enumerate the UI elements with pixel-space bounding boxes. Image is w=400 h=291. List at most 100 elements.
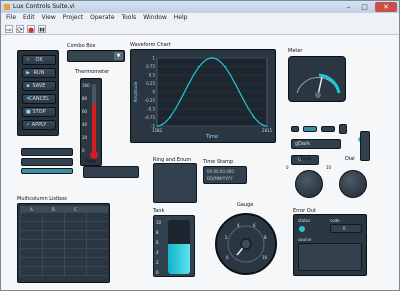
dial[interactable] bbox=[339, 170, 367, 198]
thermo-tick: 20 bbox=[82, 135, 88, 140]
data-point bbox=[266, 125, 268, 127]
thermo-tick: 100 bbox=[82, 83, 90, 88]
code-field[interactable]: 0 bbox=[330, 224, 362, 233]
run-button[interactable]: ▶ RUN bbox=[22, 68, 56, 78]
menu-tools[interactable]: Tools bbox=[121, 13, 136, 23]
data-point bbox=[170, 116, 172, 119]
x-tick-label: 1582 bbox=[152, 128, 163, 133]
menu-project[interactable]: Project bbox=[63, 13, 84, 23]
pause-icon[interactable]: ▮▮ bbox=[38, 25, 46, 33]
toolbar: ⇨ ⟳ ● ▮▮ bbox=[1, 23, 399, 35]
menu-help[interactable]: Help bbox=[174, 13, 188, 23]
app-icon bbox=[4, 4, 10, 10]
gauge-tick: 8 bbox=[264, 235, 267, 240]
apply-label: APPLY bbox=[31, 122, 47, 128]
thermo-tick: 80 bbox=[82, 96, 88, 101]
front-panel: ✓ OK ▶ RUN ▪ SAVE ✕ CANCEL ■ STOP ✓ APPLY Comb… bbox=[3, 36, 397, 290]
data-point bbox=[238, 91, 241, 93]
y-tick-label: -0.25 bbox=[145, 98, 156, 103]
minimize-button[interactable]: – bbox=[341, 2, 356, 12]
knob-label: Knob bbox=[299, 156, 312, 162]
meter-dial bbox=[296, 73, 341, 98]
y-tick-label: -0.75 bbox=[145, 115, 156, 120]
data-point bbox=[183, 91, 186, 93]
abort-icon[interactable]: ● bbox=[27, 25, 35, 34]
run-label: RUN bbox=[33, 70, 45, 76]
tank-tick: 10 bbox=[156, 220, 162, 225]
menu-edit[interactable]: Edit bbox=[23, 13, 35, 23]
toggle-switch[interactable] bbox=[291, 126, 299, 132]
close-button[interactable]: ✕ bbox=[375, 2, 397, 12]
save-icon: ▪ bbox=[26, 83, 30, 89]
ok-label: OK bbox=[35, 57, 43, 63]
x-axis-label: Time bbox=[205, 134, 218, 140]
toggle-switch[interactable] bbox=[321, 126, 335, 132]
save-button[interactable]: ▪ SAVE bbox=[22, 81, 56, 91]
cancel-label: CANCEL bbox=[28, 96, 50, 102]
chevron-down-icon[interactable]: ▼ bbox=[114, 52, 123, 60]
vertical-slider[interactable] bbox=[360, 131, 370, 161]
path-label: Path bbox=[85, 159, 96, 165]
horizontal-slider[interactable] bbox=[21, 158, 73, 166]
thermo-fill bbox=[92, 103, 96, 152]
multicolumn-listbox[interactable]: A B C bbox=[17, 203, 110, 283]
waveform-chart: 1 0.75 0.5 0.25 0 -0.25 -0.5 -0.75 -1 1582 2815 Tim… bbox=[130, 49, 276, 143]
gauge-tick: 2 bbox=[225, 235, 228, 240]
path-control[interactable] bbox=[83, 166, 139, 178]
toggle-switch[interactable] bbox=[339, 124, 347, 134]
menu-operate[interactable]: Operate bbox=[90, 13, 114, 23]
error-out-cluster: status code 0 source bbox=[293, 214, 367, 276]
cancel-icon: ✕ bbox=[26, 96, 31, 102]
apply-button[interactable]: ✓ APPLY bbox=[22, 120, 56, 130]
string-control[interactable]: gDark bbox=[291, 139, 341, 149]
combo-box[interactable]: ▼ bbox=[67, 50, 125, 62]
save-label: SAVE bbox=[32, 83, 46, 89]
menu-file[interactable]: File bbox=[6, 13, 16, 23]
listbox-label: Multicolumn Listbox bbox=[17, 196, 67, 202]
title-bar[interactable]: Lux Controls Suite.vi – □ ✕ bbox=[1, 1, 399, 13]
time-stamp-label: Time Stamp bbox=[203, 159, 234, 165]
tank-tick: 8 bbox=[156, 230, 159, 235]
stop-icon: ■ bbox=[26, 109, 31, 115]
ring-enum-control[interactable] bbox=[153, 163, 197, 203]
gauge-tick: 4 bbox=[237, 223, 240, 228]
maximize-button[interactable]: □ bbox=[357, 2, 372, 12]
combo-box-label: Combo Box bbox=[67, 43, 96, 49]
y-axis-label: Amplitude bbox=[133, 81, 138, 102]
listbox-grid bbox=[20, 212, 108, 277]
thermo-tick: 60 bbox=[82, 109, 88, 114]
y-tick-label: 1 bbox=[152, 56, 155, 61]
thermo-bulb bbox=[90, 151, 98, 159]
knob[interactable] bbox=[295, 170, 323, 198]
ok-button[interactable]: ✓ OK bbox=[22, 55, 56, 65]
stop-button[interactable]: ■ STOP bbox=[22, 107, 56, 117]
play-icon: ▶ bbox=[26, 70, 30, 76]
waveform-chart-label: Waveform Chart bbox=[130, 42, 171, 48]
source-field[interactable] bbox=[298, 243, 362, 271]
tank-tick: 4 bbox=[156, 250, 159, 255]
window-title: Lux Controls Suite.vi bbox=[13, 3, 75, 10]
tank-tick: 0 bbox=[156, 270, 159, 275]
apply-icon: ✓ bbox=[26, 122, 31, 128]
tank-tick: 2 bbox=[156, 260, 159, 265]
run-arrow-icon[interactable]: ⇨ bbox=[5, 25, 13, 34]
gauge-label: Gauge bbox=[237, 202, 254, 208]
menu-window[interactable]: Window bbox=[143, 13, 167, 23]
tank-fill bbox=[168, 244, 190, 274]
cancel-button[interactable]: ✕ CANCEL bbox=[22, 94, 56, 104]
y-tick-label: 0.25 bbox=[146, 81, 155, 86]
code-label: code bbox=[330, 218, 340, 223]
toggle-switch[interactable] bbox=[303, 126, 317, 132]
horizontal-slider[interactable] bbox=[21, 148, 73, 156]
menu-view[interactable]: View bbox=[42, 13, 56, 23]
data-point bbox=[225, 65, 227, 68]
y-tick-label: 0.75 bbox=[146, 64, 155, 69]
status-led bbox=[299, 226, 305, 232]
data-point bbox=[197, 65, 199, 68]
app-window: Lux Controls Suite.vi – □ ✕ File Edit Vi… bbox=[0, 0, 400, 291]
time-stamp-control[interactable]: 00:00:00.000 DD/MM/YYYY bbox=[203, 166, 247, 184]
check-icon: ✓ bbox=[26, 57, 31, 63]
gauge-tick: 6 bbox=[253, 223, 256, 228]
data-point bbox=[156, 125, 158, 127]
run-continuous-icon[interactable]: ⟳ bbox=[16, 25, 24, 34]
